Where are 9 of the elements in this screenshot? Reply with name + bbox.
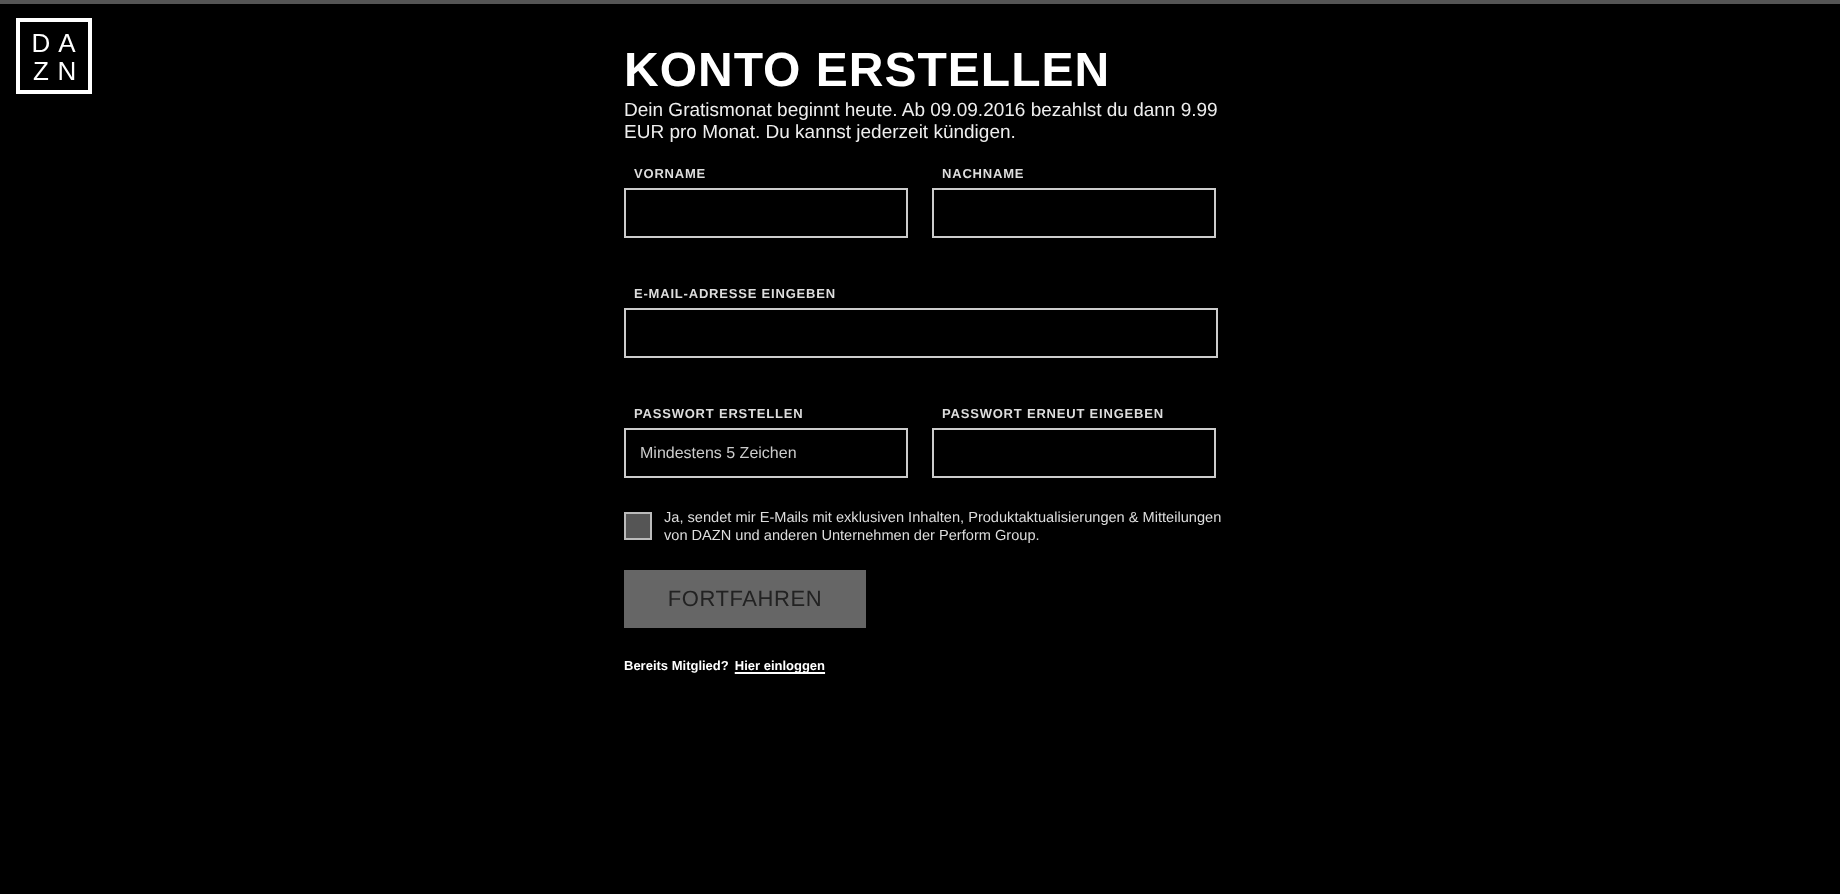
dazn-logo: D A Z N bbox=[16, 18, 92, 94]
text-field[interactable] bbox=[624, 308, 1218, 358]
text-field[interactable] bbox=[932, 188, 1216, 238]
text-field[interactable]: Mindestens 5 Zeichen bbox=[624, 428, 908, 478]
page-title: KONTO ERSTELLEN bbox=[624, 48, 1113, 96]
text-field[interactable] bbox=[624, 188, 908, 238]
intro-text: Dein Gratismonat beginnt heute. Ab 09.09.2016 bezahlst du dann 9.99 EUR pro Monat. Du kannst jederzeit kündigen. bbox=[624, 100, 1220, 144]
text-field[interactable] bbox=[932, 428, 1216, 478]
newsletter-checkbox[interactable] bbox=[624, 512, 652, 540]
